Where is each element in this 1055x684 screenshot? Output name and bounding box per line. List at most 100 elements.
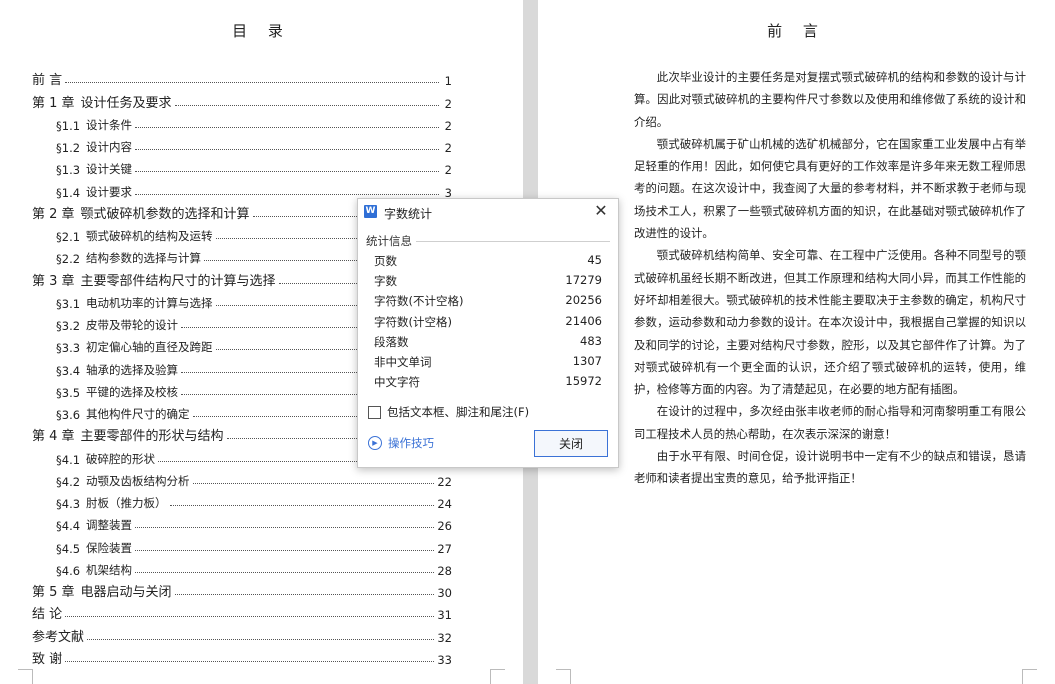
toc-entry[interactable]: 前 言 1 — [32, 66, 452, 88]
toc-entry-label: 破碎腔的形状 — [86, 451, 156, 466]
toc-entry-number: 第 5 章 — [32, 585, 75, 600]
toc-entry-label: 皮带及带轮的设计 — [86, 318, 179, 332]
toc-entry-label: 结构参数的选择与计算 — [86, 251, 202, 266]
toc-entry[interactable]: §1.4 设计要求 3 — [32, 177, 452, 200]
stat-label: 段落数 — [374, 334, 409, 349]
toc-entry-label: 保险装置 — [86, 540, 133, 555]
toc-entry-number: §3.6 — [56, 408, 81, 422]
toc-entry-label: 结 论 — [32, 607, 63, 623]
stat-label: 页数 — [374, 254, 397, 268]
stat-value: 17279 — [565, 273, 602, 288]
toc-entry[interactable]: §1.3 设计关键 2 — [32, 155, 452, 177]
toc-entry[interactable]: §4.6 机架结构 28 — [32, 556, 452, 578]
toc-entry-page: 2 — [444, 163, 452, 178]
stat-label: 中文字符 — [374, 375, 420, 390]
word-count-dialog: W 字数统计 ✕ 统计信息 页数 45 字数 17279 字符数(不计空格) 20256 字… — [357, 198, 619, 468]
dialog-titlebar[interactable]: W 字数统计 ✕ — [358, 199, 618, 225]
toc-entry-label: 设计任务及要求 — [80, 95, 172, 111]
toc-entry[interactable]: §4.5 保险装置 27 — [32, 533, 452, 556]
stat-label: 字符数(不计空格) — [374, 294, 464, 309]
toc-entry-number: §4.2 — [56, 474, 81, 489]
toc-entry-number: 第 4 章 — [32, 429, 75, 445]
toc-entry-label: 肘板（推力板） — [86, 496, 167, 510]
toc-entry-number: §4.1 — [56, 452, 81, 467]
toc-entry[interactable]: 致 谢 33 — [32, 645, 452, 667]
preface-paragraph: 此次毕业设计的主要任务是对复摆式颚式破碎机的结构和参数的设计与计算。因此对颚式破… — [634, 70, 1026, 129]
toc-entry-number: §3.4 — [56, 363, 81, 378]
toc-entry-label: 主要零部件结构尺寸的计算与选择 — [80, 273, 276, 289]
toc-leader-dots — [135, 526, 435, 529]
preface-paragraph: 由于水平有限、时间仓促，设计说明书中一定有不少的缺点和错误，恳请老师和读者提出宝… — [634, 449, 1026, 486]
toc-entry-label: 主要零部件的形状与结构 — [80, 429, 224, 445]
toc-entry-page: 33 — [437, 652, 452, 667]
toc-entry-label: 前 言 — [32, 73, 63, 89]
stats-section-label: 统计信息 — [366, 234, 412, 248]
stat-row: 字数 17279 — [374, 273, 602, 293]
toc-leader-dots — [135, 571, 435, 573]
toc-entry-number: §1.3 — [56, 163, 81, 178]
toc-entry[interactable]: §4.2 动颚及齿板结构分析 22 — [32, 467, 452, 489]
stat-value: 45 — [587, 253, 602, 267]
page-corner-mark — [18, 669, 33, 684]
preface-body: 此次毕业设计的主要任务是对复摆式颚式破碎机的结构和参数的设计与计算。因此对颚式破… — [634, 66, 1026, 490]
toc-leader-dots — [87, 638, 435, 640]
toc-entry-number: 第 3 章 — [32, 273, 75, 289]
toc-entry[interactable]: §1.2 设计内容 2 — [32, 133, 452, 155]
toc-entry-label: 动颚及齿板结构分析 — [86, 473, 190, 488]
stat-value: 1307 — [572, 353, 602, 368]
toc-entry-page: 24 — [437, 497, 452, 511]
toc-entry-number: §3.5 — [56, 385, 81, 400]
toc-entry[interactable]: §4.4 调整装置 26 — [32, 511, 452, 533]
play-circle-icon: ▶ — [368, 436, 382, 450]
toc-entry-label: 平键的选择及校核 — [86, 384, 179, 399]
toc-entry-number: §3.3 — [56, 341, 81, 356]
wps-writer-icon: W — [364, 205, 377, 218]
stat-value: 483 — [580, 333, 602, 348]
toc-entry-label: 致 谢 — [32, 651, 63, 667]
toc-entry-number: §4.4 — [56, 519, 81, 534]
toc-entry-number: §4.6 — [56, 563, 81, 578]
toc-entry-number: 第 2 章 — [32, 206, 75, 222]
page-corner-mark — [490, 669, 505, 684]
stat-label: 非中文单词 — [374, 354, 432, 369]
toc-entry-page: 22 — [437, 474, 452, 489]
toc-entry[interactable]: 参考文献 32 — [32, 622, 452, 645]
toc-leader-dots — [135, 170, 439, 173]
toc-leader-dots — [135, 549, 435, 551]
toc-entry-label: 轴承的选择及验算 — [86, 362, 179, 377]
toc-title: 目 录 — [232, 22, 291, 40]
toc-entry[interactable]: §4.3 肘板（推力板） 24 — [32, 489, 452, 511]
toc-entry-page: 28 — [437, 563, 452, 578]
toc-leader-dots — [135, 148, 439, 150]
toc-entry-label: 设计关键 — [86, 162, 133, 177]
preface-title: 前 言 — [767, 22, 826, 40]
toc-entry-page: 27 — [437, 541, 452, 556]
toc-leader-dots — [174, 593, 435, 595]
stat-label: 字符数(计空格) — [374, 314, 452, 329]
toc-entry-number: §1.1 — [56, 118, 81, 133]
close-icon[interactable]: ✕ — [592, 202, 610, 220]
stat-value: 15972 — [565, 374, 602, 389]
stats-list: 页数 45 字数 17279 字符数(不计空格) 20256 字符数(计空格) 21406 段落… — [374, 253, 602, 394]
page-corner-mark — [1022, 669, 1037, 684]
include-textbox-checkbox[interactable]: 包括文本框、脚注和尾注(F) — [368, 404, 529, 420]
toc-entry[interactable]: 第 1 章设计任务及要求 2 — [32, 88, 452, 111]
toc-entry-label: 设计要求 — [86, 184, 133, 199]
toc-leader-dots — [192, 482, 435, 484]
toc-leader-dots — [135, 193, 439, 195]
close-button[interactable]: 关闭 — [534, 430, 608, 457]
checkbox-label: 包括文本框、脚注和尾注(F) — [387, 405, 530, 419]
toc-entry[interactable]: 第 5 章电器启动与关闭 30 — [32, 578, 452, 600]
stat-row: 字符数(不计空格) 20256 — [374, 293, 602, 313]
toc-entry-label: 调整装置 — [86, 518, 133, 533]
checkbox-box[interactable] — [368, 405, 381, 419]
toc-entry[interactable]: §1.1 设计条件 2 — [32, 111, 452, 133]
dialog-title: 字数统计 — [384, 207, 433, 221]
preface-paragraph: 颚式破碎机属于矿山机械的选矿机械部分，它在国家重工业发展中占有举足轻重的作用！因… — [634, 136, 1026, 241]
toc-leader-dots — [65, 660, 435, 662]
page-corner-mark — [556, 669, 571, 684]
toc-entry[interactable]: 结 论 31 — [32, 600, 452, 622]
tips-link[interactable]: ▶ 操作技巧 — [368, 435, 434, 451]
toc-entry-label: 设计条件 — [86, 117, 133, 132]
toc-entry-page: 2 — [444, 96, 452, 111]
